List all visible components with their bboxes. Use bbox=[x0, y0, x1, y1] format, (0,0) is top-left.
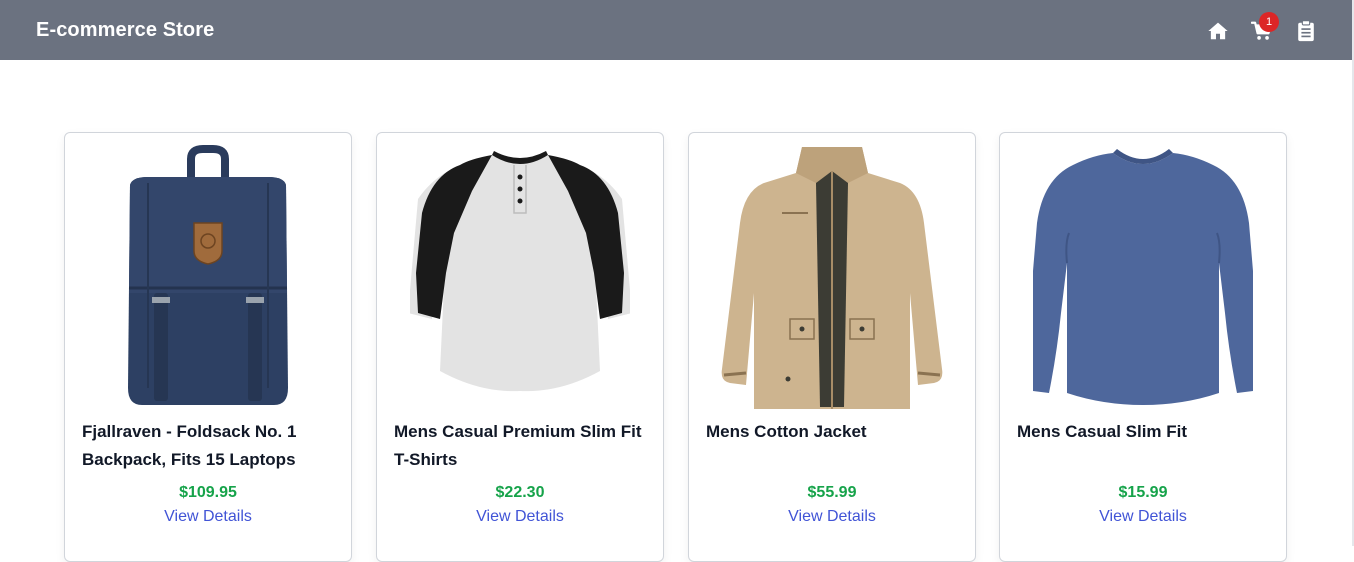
product-price: $22.30 bbox=[495, 484, 545, 501]
product-title: Fjallraven - Foldsack No. 1 Backpack, Fi… bbox=[82, 422, 297, 469]
view-details-link[interactable]: View Details bbox=[377, 507, 663, 527]
product-card[interactable]: Mens Casual Premium Slim Fit T-Shirts $2… bbox=[376, 132, 664, 562]
view-details-link[interactable]: View Details bbox=[1000, 507, 1286, 527]
view-details-link[interactable]: View Details bbox=[65, 507, 351, 527]
product-image-backpack[interactable] bbox=[65, 143, 351, 409]
clipboard-icon[interactable] bbox=[1296, 20, 1318, 42]
product-card[interactable]: Mens Cotton Jacket $55.99 View Details bbox=[688, 132, 976, 562]
product-title: Mens Cotton Jacket bbox=[706, 422, 867, 441]
product-price: $109.95 bbox=[179, 484, 237, 501]
view-details-link[interactable]: View Details bbox=[689, 507, 975, 527]
product-image-tshirt[interactable] bbox=[377, 143, 663, 409]
home-icon[interactable] bbox=[1207, 20, 1229, 42]
product-price: $15.99 bbox=[1118, 484, 1168, 501]
cart-count-badge: 1 bbox=[1259, 12, 1279, 32]
store-brand[interactable]: E-commerce Store bbox=[36, 17, 214, 43]
product-image-jacket[interactable] bbox=[689, 143, 975, 409]
product-card[interactable]: Fjallraven - Foldsack No. 1 Backpack, Fi… bbox=[64, 132, 352, 562]
product-title: Mens Casual Slim Fit bbox=[1017, 422, 1188, 441]
product-card[interactable]: Mens Casual Slim Fit $15.99 View Details bbox=[999, 132, 1287, 562]
top-navbar: E-commerce Store 1 bbox=[0, 0, 1352, 60]
product-title: Mens Casual Premium Slim Fit T-Shirts bbox=[394, 422, 642, 469]
product-price: $55.99 bbox=[807, 484, 857, 501]
product-image-longsleeve[interactable] bbox=[1000, 143, 1286, 409]
